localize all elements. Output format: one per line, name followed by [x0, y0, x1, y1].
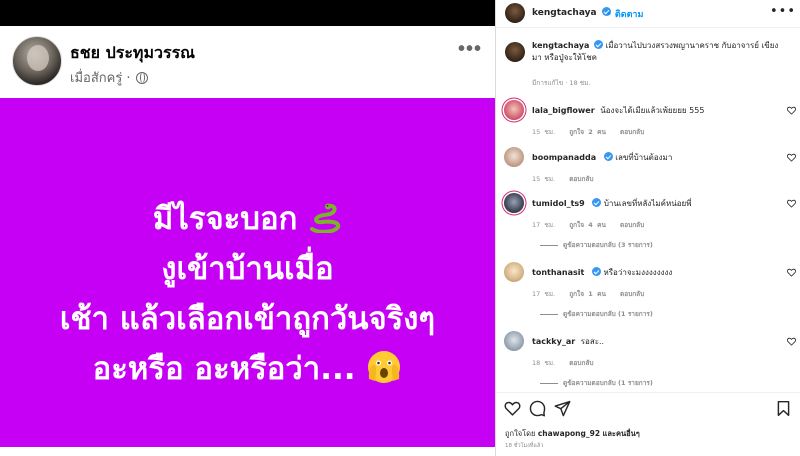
comment-meta: 17 ชม. ถูกใจ 4 คน ตอบกลับ: [532, 220, 654, 230]
comment-text: lala_bigflower น้องจะได้เมียแล้วเพ้ยยยย …: [532, 104, 777, 117]
comment-meta: 17 ชม. ถูกใจ 1 คน ตอบกลับ: [532, 289, 654, 299]
comment-time: 17 ชม.: [532, 221, 556, 229]
comment-item: tumidol_ts9 บ้านเลขที่หลังไมค์หน่อยพี่ 1…: [496, 193, 800, 243]
caption-text: kengtachaya เมื่อวานไปบวงสรวงพญานาคราช ก…: [532, 40, 787, 64]
view-replies-button[interactable]: ดูข้อความตอบกลับ (1 รายการ): [540, 309, 653, 319]
commenter-avatar[interactable]: [504, 147, 524, 167]
follow-button[interactable]: • ติดตาม: [606, 7, 643, 21]
comment-body: น้องจะได้เมียแล้วเพ้ยยยย 555: [600, 106, 705, 115]
author-name[interactable]: ธชย ประทุมวรรณ: [70, 41, 195, 66]
instagram-panel: kengtachaya • ติดตาม ••• kengtachaya เมื…: [496, 0, 800, 456]
comment-body: รอสะ..: [580, 337, 605, 346]
comment-item: lala_bigflower น้องจะได้เมียแล้วเพ้ยยยย …: [496, 100, 800, 150]
post-background: มีไรจะบอก งูเข้าบ้านเมื่อ เช้า แล้วเลือก…: [0, 98, 495, 447]
reply-line: [540, 244, 558, 246]
owner-username[interactable]: kengtachaya: [532, 7, 611, 18]
commenter-username[interactable]: tumidol_ts9: [532, 199, 585, 208]
reply-button[interactable]: ตอบกลับ: [569, 175, 593, 183]
action-bar: ถูกใจโดย chawapong_92 และคนอื่นๆ 18 ชั่ว…: [496, 392, 800, 456]
heart-icon[interactable]: [787, 268, 796, 277]
comment-body: บ้านเลขที่หลังไมค์หน่อยพี่: [603, 199, 692, 208]
comment-body: หรือว่าจะมงงงงงงงง: [603, 268, 673, 277]
post-text: มีไรจะบอก งูเข้าบ้านเมื่อ เช้า แล้วเลือก…: [0, 194, 495, 394]
caption-username[interactable]: kengtachaya: [532, 41, 589, 50]
comment-text: boompanadda เลขที่บ้านต้องมา: [532, 151, 777, 164]
post-line-2: งูเข้าบ้านเมื่อ: [161, 251, 334, 287]
more-icon[interactable]: •••: [458, 38, 482, 61]
commenter-avatar[interactable]: [504, 193, 524, 213]
commenter-username[interactable]: tonthanasit: [532, 268, 584, 277]
comment-text: tackky_ar รอสะ..: [532, 335, 777, 348]
commenter-username[interactable]: lala_bigflower: [532, 106, 595, 115]
comment-likes[interactable]: ถูกใจ 2 คน: [569, 128, 606, 136]
liked-by-text: ถูกใจโดย chawapong_92 และคนอื่นๆ: [505, 429, 640, 438]
reply-button[interactable]: ตอบกลับ: [620, 128, 644, 136]
comment-meta: 15 ชม. ถูกใจ 2 คน ตอบกลับ: [532, 127, 654, 137]
post-header: ธชย ประทุมวรรณ เมื่อสักครู่ · •••: [0, 26, 495, 98]
facebook-post: ธชย ประทุมวรรณ เมื่อสักครู่ · ••• มีไรจะ…: [0, 0, 495, 456]
post-line-3: เช้า แล้วเลือกเข้าถูกวันจริงๆ: [59, 301, 436, 337]
heart-icon[interactable]: [504, 400, 521, 417]
post-line-1: มีไรจะบอก: [0, 194, 495, 244]
comment-time: 18 ชม.: [532, 359, 556, 367]
comment-meta: 18 ชม. ตอบกลับ: [532, 358, 603, 368]
comment-item: tackky_ar รอสะ.. 18 ชม. ตอบกลับ: [496, 331, 800, 381]
caption-time: มีการแก้ไข · 18 ชม.: [532, 79, 591, 87]
heart-icon[interactable]: [787, 337, 796, 346]
comment-body: เลขที่บ้านต้องมา: [615, 153, 673, 162]
author-avatar[interactable]: [12, 36, 62, 86]
verified-icon: [593, 40, 603, 49]
view-replies-button[interactable]: ดูข้อความตอบกลับ (3 รายการ): [540, 240, 653, 250]
verified-icon: [591, 267, 601, 276]
heart-icon[interactable]: [787, 153, 796, 162]
post-meta: เมื่อสักครู่ ·: [70, 67, 148, 88]
liked-by-user[interactable]: chawapong_92: [538, 429, 600, 438]
share-icon[interactable]: [554, 400, 571, 417]
face-with-hands-icon: [368, 351, 401, 383]
heart-icon[interactable]: [787, 199, 796, 208]
reply-button[interactable]: ตอบกลับ: [620, 290, 644, 298]
comment-text: tumidol_ts9 บ้านเลขที่หลังไมค์หน่อยพี่: [532, 197, 777, 210]
commenter-avatar[interactable]: [504, 331, 524, 351]
comment-likes[interactable]: ถูกใจ 4 คน: [569, 221, 606, 229]
verified-icon: [603, 152, 613, 161]
comment-item: boompanadda เลขที่บ้านต้องมา 15 ชม. ตอบก…: [496, 147, 800, 197]
more-icon[interactable]: •••: [770, 4, 796, 19]
comment-item: tonthanasit หรือว่าจะมงงงงงงงง 17 ชม. ถู…: [496, 262, 800, 312]
ig-header: kengtachaya • ติดตาม •••: [496, 0, 800, 28]
comment-time: 17 ชม.: [532, 290, 556, 298]
commenter-username[interactable]: tackky_ar: [532, 337, 575, 346]
caption-avatar[interactable]: [505, 42, 525, 62]
commenter-avatar[interactable]: [504, 100, 524, 120]
verified-icon: [592, 198, 602, 207]
reply-button[interactable]: ตอบกลับ: [569, 359, 593, 367]
post-age: 18 ชั่วโมงที่แล้ว: [505, 443, 544, 449]
heart-icon[interactable]: [787, 106, 796, 115]
comment-time: 15 ชม.: [532, 128, 556, 136]
post-line-4: อะหรือ อะหรือว่า...: [0, 344, 495, 394]
comment-time: 15 ชม.: [532, 175, 556, 183]
post-time[interactable]: เมื่อสักครู่ ·: [70, 67, 131, 88]
comment-meta: 15 ชม. ตอบกลับ: [532, 174, 603, 184]
view-replies-button[interactable]: ดูข้อความตอบกลับ (1 รายการ): [540, 378, 653, 388]
globe-icon: [135, 71, 148, 84]
comment-likes[interactable]: ถูกใจ 1 คน: [569, 290, 606, 298]
snake-icon: [310, 203, 341, 233]
bookmark-icon[interactable]: [775, 400, 792, 417]
reply-line: [540, 382, 558, 384]
reply-line: [540, 313, 558, 315]
top-black-bar: [0, 0, 495, 26]
comment-text: tonthanasit หรือว่าจะมงงงงงงงง: [532, 266, 777, 279]
owner-avatar[interactable]: [505, 3, 525, 23]
reply-button[interactable]: ตอบกลับ: [620, 221, 644, 229]
commenter-avatar[interactable]: [504, 262, 524, 282]
commenter-username[interactable]: boompanadda: [532, 153, 596, 162]
comment-icon[interactable]: [529, 400, 546, 417]
liked-by-others[interactable]: และคนอื่นๆ: [602, 429, 639, 438]
